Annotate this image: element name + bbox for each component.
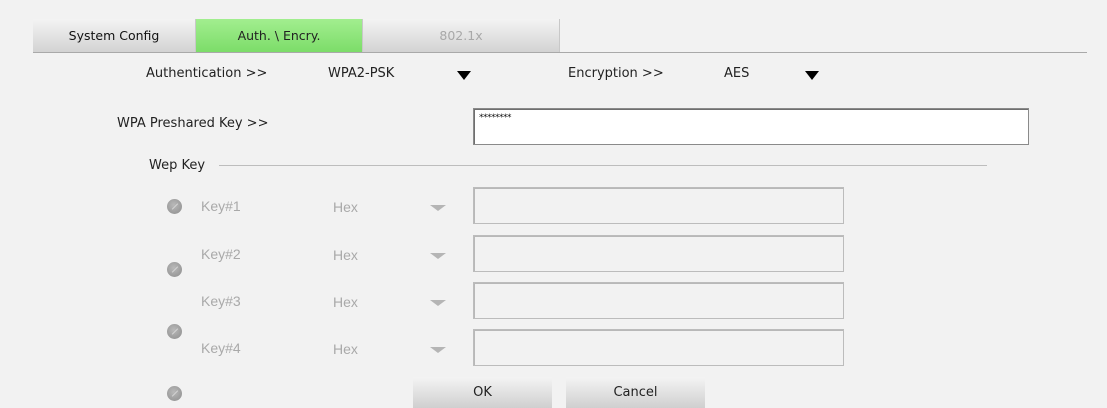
key3-input[interactable]	[473, 282, 844, 319]
tab-system-config[interactable]: System Config	[33, 19, 196, 53]
authentication-dropdown-icon[interactable]	[457, 71, 471, 80]
authentication-select[interactable]: WPA2-PSK	[328, 66, 394, 81]
key2-format-dropdown-icon[interactable]	[430, 253, 446, 259]
key3-label: Key#3	[201, 293, 241, 309]
key3-format-select[interactable]: Hex	[333, 294, 358, 310]
key2-input[interactable]	[473, 235, 844, 272]
encryption-dropdown-icon[interactable]	[805, 71, 819, 80]
key2-radio[interactable]	[167, 262, 182, 277]
psk-label: WPA Preshared Key >>	[117, 116, 269, 131]
key4-format-dropdown-icon[interactable]	[430, 347, 446, 353]
encryption-select[interactable]: AES	[724, 66, 749, 81]
psk-input[interactable]: ********	[473, 108, 1029, 145]
tab-8021x[interactable]: 802.1x	[363, 19, 560, 53]
psk-value: ********	[479, 113, 512, 123]
key1-input[interactable]	[473, 187, 844, 224]
key2-format-select[interactable]: Hex	[333, 247, 358, 263]
tab-bar: System Config Auth. \ Encry. 802.1x	[33, 19, 560, 53]
key1-format-select[interactable]: Hex	[333, 199, 358, 215]
key3-format-dropdown-icon[interactable]	[430, 300, 446, 306]
key3-radio[interactable]	[167, 324, 182, 339]
wep-key-legend: Wep Key	[149, 158, 206, 173]
key1-radio[interactable]	[167, 199, 182, 214]
cancel-button[interactable]: Cancel	[566, 377, 705, 408]
key4-format-select[interactable]: Hex	[333, 341, 358, 357]
authentication-label: Authentication >>	[146, 66, 268, 81]
wep-key-divider	[219, 165, 987, 166]
tab-auth-encry[interactable]: Auth. \ Encry.	[196, 19, 363, 53]
key4-input[interactable]	[473, 329, 844, 366]
key2-label: Key#2	[201, 246, 241, 262]
key4-label: Key#4	[201, 340, 241, 356]
key1-format-dropdown-icon[interactable]	[430, 205, 446, 211]
tab-divider	[33, 52, 1087, 53]
key4-radio[interactable]	[167, 386, 182, 401]
key1-label: Key#1	[201, 198, 241, 214]
ok-button[interactable]: OK	[413, 377, 552, 408]
encryption-label: Encryption >>	[568, 66, 664, 81]
